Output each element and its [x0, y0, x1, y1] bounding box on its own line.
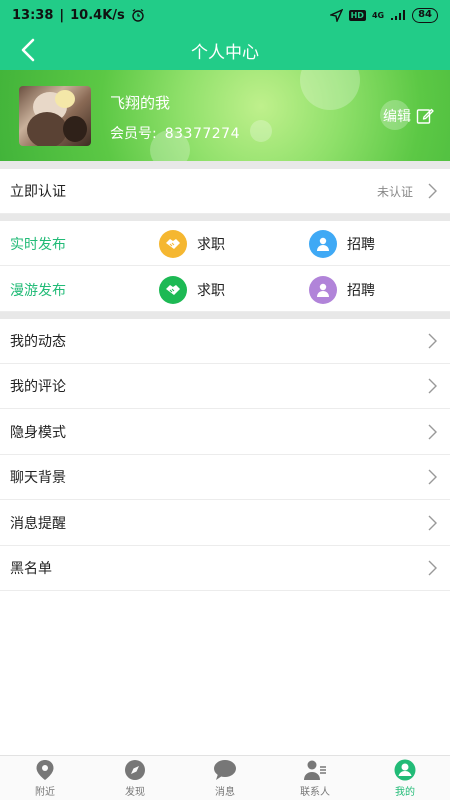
status-bar: 13:38 | 10.4K/s HD 4G 84 — [0, 0, 450, 30]
recruit-button[interactable]: 招聘 — [309, 276, 375, 304]
profile-name: 飞翔的我 — [110, 94, 171, 112]
section-divider — [0, 161, 450, 169]
publish-row-roaming: 漫游发布 求职 招聘 — [0, 267, 450, 312]
menu-item-label: 隐身模式 — [10, 425, 66, 441]
job-seek-label: 求职 — [197, 237, 225, 253]
battery-indicator: 84 — [412, 7, 438, 23]
signal-icon — [391, 10, 406, 20]
chevron-right-icon — [428, 560, 437, 576]
section-divider — [0, 312, 450, 319]
recruit-label: 招聘 — [347, 237, 375, 253]
page-title: 个人中心 — [191, 42, 259, 63]
tab-label: 我的 — [395, 786, 415, 798]
edit-profile-button[interactable]: 编辑 — [383, 106, 434, 126]
tab-discover[interactable]: 发现 — [90, 756, 180, 800]
status-right: HD 4G 84 — [329, 7, 438, 23]
menu-item-chat-background[interactable]: 聊天背景 — [0, 455, 450, 500]
status-separator: | — [59, 7, 65, 23]
status-speed: 10.4K/s — [70, 7, 125, 23]
chevron-right-icon — [428, 515, 437, 531]
menu-item-invisible-mode[interactable]: 隐身模式 — [0, 410, 450, 455]
chevron-right-icon — [428, 469, 437, 485]
chat-bubble-icon — [214, 759, 236, 780]
bokeh-decoration — [300, 70, 360, 110]
recruit-button[interactable]: 招聘 — [309, 230, 375, 258]
chevron-right-icon — [428, 378, 437, 394]
menu-item-my-comments[interactable]: 我的评论 — [0, 364, 450, 409]
tab-label: 联系人 — [300, 786, 330, 798]
tab-me[interactable]: 我的 — [360, 756, 450, 800]
edit-icon — [416, 108, 434, 124]
back-arrow-icon — [21, 38, 35, 62]
member-id-line: 会员号: 83377274 — [110, 123, 240, 143]
menu-item-notifications[interactable]: 消息提醒 — [0, 501, 450, 546]
chevron-right-icon — [428, 333, 437, 349]
person-icon — [394, 759, 416, 780]
menu-item-blacklist[interactable]: 黑名单 — [0, 546, 450, 591]
publish-label: 漫游发布 — [10, 283, 66, 299]
publish-label: 实时发布 — [10, 237, 66, 253]
handshake-icon — [159, 276, 187, 304]
job-seek-label: 求职 — [197, 283, 225, 299]
status-time: 13:38 — [12, 7, 54, 23]
member-id-value: 83377274 — [164, 126, 240, 142]
bokeh-decoration — [250, 120, 272, 142]
handshake-icon — [159, 230, 187, 258]
verify-status: 未认证 — [376, 185, 413, 199]
edit-label: 编辑 — [383, 109, 411, 125]
location-pin-icon — [36, 759, 54, 780]
publish-row-realtime: 实时发布 求职 招聘 — [0, 221, 450, 266]
menu-item-my-posts[interactable]: 我的动态 — [0, 319, 450, 364]
verify-row[interactable]: 立即认证 未认证 — [0, 169, 450, 214]
alarm-icon — [132, 8, 144, 22]
member-id-label: 会员号: — [110, 126, 157, 142]
tab-label: 发现 — [125, 786, 145, 798]
tab-messages[interactable]: 消息 — [180, 756, 270, 800]
person-badge-icon — [309, 276, 337, 304]
menu-item-label: 我的评论 — [10, 379, 66, 395]
section-divider — [0, 214, 450, 221]
tab-nearby[interactable]: 附近 — [0, 756, 90, 800]
profile-banner[interactable]: 飞翔的我 会员号: 83377274 编辑 — [0, 70, 450, 161]
chevron-right-icon — [428, 424, 437, 440]
tab-contacts[interactable]: 联系人 — [270, 756, 360, 800]
job-seek-button[interactable]: 求职 — [159, 230, 225, 258]
contacts-icon — [304, 760, 326, 780]
bottom-tab-bar: 附近 发现 消息 联系人 我的 — [0, 755, 450, 800]
tab-label: 消息 — [215, 786, 235, 798]
network-label: 4G — [371, 10, 385, 20]
location-arrow-icon — [329, 8, 343, 22]
menu-item-label: 消息提醒 — [10, 516, 66, 532]
menu-item-label: 我的动态 — [10, 334, 66, 350]
menu-item-label: 聊天背景 — [10, 470, 66, 486]
job-seek-button[interactable]: 求职 — [159, 276, 225, 304]
compass-icon — [125, 759, 145, 780]
menu-item-label: 黑名单 — [10, 561, 52, 577]
person-badge-icon — [309, 230, 337, 258]
chevron-right-icon — [428, 183, 437, 199]
avatar[interactable] — [19, 86, 91, 146]
back-button[interactable] — [14, 36, 42, 64]
recruit-label: 招聘 — [347, 283, 375, 299]
hd-badge: HD — [348, 9, 366, 21]
verify-label: 立即认证 — [10, 184, 66, 200]
tab-label: 附近 — [35, 786, 55, 798]
status-left: 13:38 | 10.4K/s — [12, 8, 145, 23]
nav-bar: 个人中心 — [0, 30, 450, 70]
